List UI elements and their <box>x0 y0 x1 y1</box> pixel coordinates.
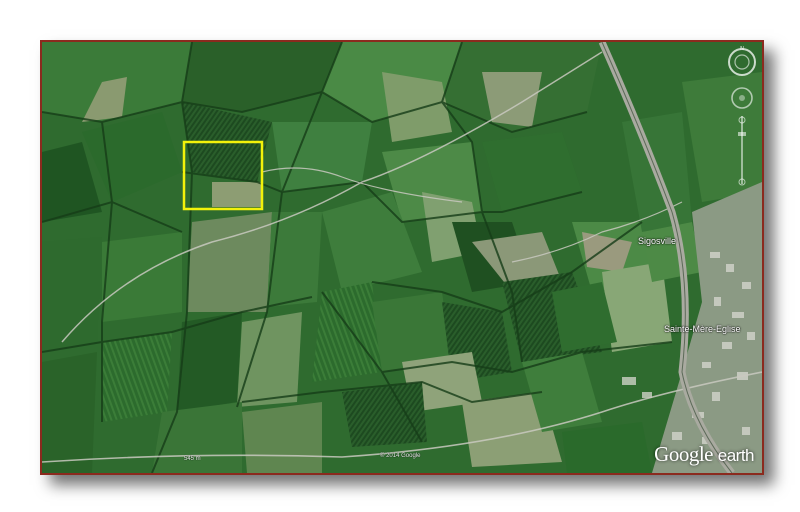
place-label-sigosville[interactable]: Sigosville <box>638 236 676 246</box>
logo-word-google: Google <box>654 442 713 466</box>
zoom-slider-icon[interactable] <box>738 116 746 186</box>
navigation-controls[interactable]: N <box>726 44 758 194</box>
scale-label: 545 m <box>184 456 201 462</box>
look-joystick-icon[interactable] <box>731 87 753 109</box>
svg-text:N: N <box>740 46 744 52</box>
google-earth-logo: Google earth <box>654 442 754 467</box>
copyright-text: © 2014 Google <box>380 453 421 459</box>
logo-word-earth: earth <box>717 446 755 465</box>
place-label-sainte-mere-eglise[interactable]: Sainte-Mère-Eglise <box>664 324 741 334</box>
map-viewport[interactable]: N Sigosville Sainte-Mère-Eglise 545 m © … <box>40 40 764 475</box>
compass-ring-icon[interactable]: N <box>728 46 756 76</box>
satellite-imagery[interactable] <box>42 42 762 473</box>
